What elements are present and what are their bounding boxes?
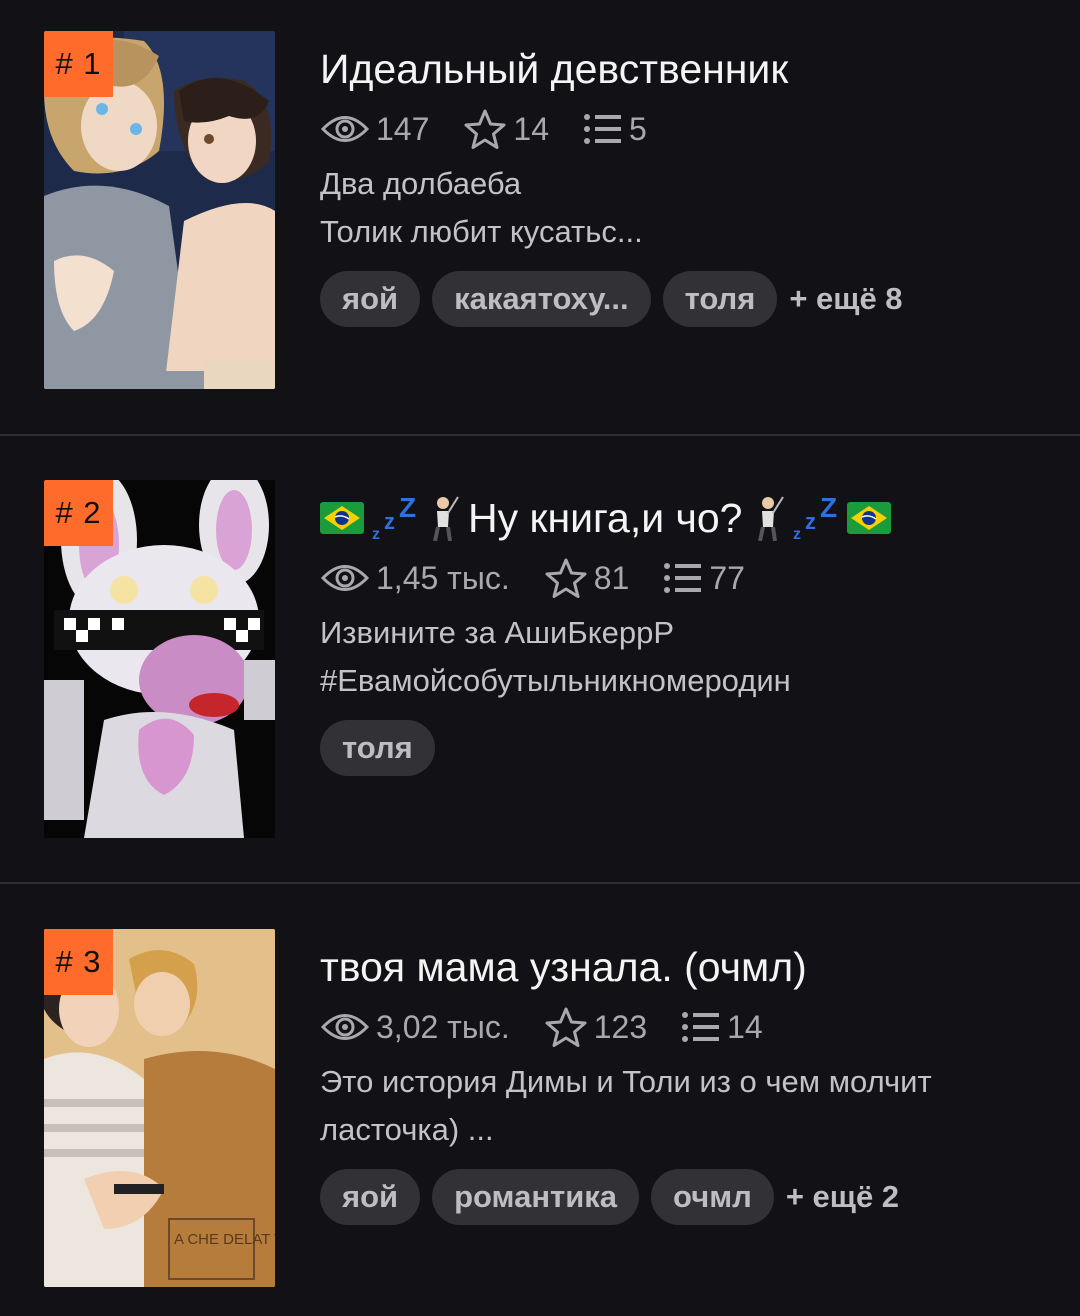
views-stat: 3,02 тыс.: [320, 1009, 510, 1046]
eye-icon: [320, 116, 370, 142]
tag-chip[interactable]: яой: [320, 271, 421, 327]
golfer-icon: [433, 496, 459, 541]
book-title-text: Ну книга,и чо?: [468, 495, 743, 541]
stars-stat: 81: [544, 557, 630, 599]
rank-badge: # 3: [44, 929, 113, 995]
cover-watermark: A CHE DELAT TO: [174, 1231, 275, 1248]
list-icon: [583, 114, 621, 144]
list-icon: [664, 563, 702, 593]
views-count: 1,45 тыс.: [376, 559, 510, 596]
stars-count: 81: [593, 559, 630, 596]
tag-list: яой романтика очмл + ещё 2: [320, 1169, 899, 1225]
description-line: #Евамойсобутыльникномеродин: [320, 663, 791, 698]
svg-text:z: z: [372, 526, 380, 541]
star-icon: [545, 1007, 587, 1047]
golfer-icon: [757, 496, 784, 541]
more-tags-link[interactable]: + ещё 8: [789, 281, 902, 317]
stars-stat: 123: [544, 1006, 647, 1048]
svg-text:Z: Z: [399, 495, 416, 523]
tag-list: толя: [320, 720, 447, 776]
book-card-1[interactable]: # 1 Идеальный девственник 147 14 5 Два д…: [0, 0, 1080, 448]
book-title[interactable]: Идеальный девственник: [320, 44, 788, 94]
chapters-count: 77: [709, 559, 745, 596]
book-cover[interactable]: # 1: [44, 31, 275, 389]
tag-chip[interactable]: очмл: [651, 1169, 774, 1225]
book-card-2[interactable]: # 2 z z Z Ну книга,и чо? z z Z 1,45 тыс.…: [0, 449, 1080, 897]
book-stats: 1,45 тыс. 81 77: [320, 557, 779, 599]
title-emoji-right: z z Z: [751, 495, 891, 541]
rank-badge: # 2: [44, 480, 113, 546]
book-description: Два долбаеба Толик любит кусатьс...: [320, 160, 1020, 256]
eye-icon: [320, 565, 370, 591]
chapters-stat: 5: [583, 111, 647, 148]
book-description: Извините за АшиБкеррР #Евамойсобутыльник…: [320, 609, 1020, 705]
tag-chip[interactable]: какаятоху...: [432, 271, 651, 327]
tag-chip[interactable]: толя: [662, 271, 778, 327]
svg-text:Z: Z: [820, 495, 837, 523]
svg-text:z: z: [384, 509, 395, 534]
book-cover[interactable]: A CHE DELAT TO # 3: [44, 929, 275, 1287]
stars-stat: 14: [463, 108, 549, 150]
book-cover[interactable]: # 2: [44, 480, 275, 838]
views-count: 147: [376, 110, 430, 147]
description-line: Это история Димы и Толи из о чем молчит: [320, 1064, 932, 1099]
more-tags-link[interactable]: + ещё 2: [786, 1179, 899, 1215]
book-stats: 147 14 5: [320, 108, 681, 150]
views-count: 3,02 тыс.: [376, 1008, 510, 1045]
svg-text:z: z: [793, 526, 801, 541]
brazil-flag-icon: [846, 502, 891, 534]
views-stat: 1,45 тыс.: [320, 560, 510, 597]
list-icon: [682, 1012, 720, 1042]
divider: [0, 882, 1080, 884]
svg-text:z: z: [805, 509, 816, 534]
description-line: Извините за АшиБкеррР: [320, 615, 675, 650]
title-emoji-left: z z Z: [320, 495, 460, 541]
tag-chip[interactable]: толя: [320, 720, 435, 776]
tag-chip[interactable]: романтика: [432, 1169, 640, 1225]
stars-count: 123: [593, 1008, 648, 1045]
divider: [0, 434, 1080, 436]
description-line: Два долбаеба: [320, 166, 522, 201]
views-stat: 147: [320, 111, 429, 148]
eye-icon: [320, 1014, 370, 1040]
brazil-flag-icon: [320, 502, 364, 534]
zzz-icon: z z Z: [793, 495, 837, 541]
book-title[interactable]: z z Z Ну книга,и чо? z z Z: [320, 493, 891, 543]
book-title[interactable]: твоя мама узнала. (очмл): [320, 942, 807, 992]
book-card-3[interactable]: A CHE DELAT TO # 3 твоя мама узнала. (оч…: [0, 898, 1080, 1316]
star-icon: [545, 558, 587, 598]
star-icon: [464, 109, 506, 149]
chapters-count: 5: [628, 110, 647, 147]
book-description: Это история Димы и Толи из о чем молчит …: [320, 1058, 1020, 1154]
description-line: ласточка) ...: [320, 1112, 494, 1147]
chapters-count: 14: [727, 1008, 763, 1045]
book-list: # 1 Идеальный девственник 147 14 5 Два д…: [0, 0, 1080, 1316]
tag-list: яой какаятоху... толя + ещё 8: [320, 271, 903, 327]
chapters-stat: 77: [663, 560, 745, 597]
description-line: Толик любит кусатьс...: [320, 214, 643, 249]
chapters-stat: 14: [681, 1009, 763, 1046]
tag-chip[interactable]: яой: [320, 1169, 421, 1225]
book-stats: 3,02 тыс. 123 14: [320, 1006, 797, 1048]
zzz-icon: z z Z: [372, 495, 416, 541]
stars-count: 14: [513, 110, 549, 147]
rank-badge: # 1: [44, 31, 113, 97]
